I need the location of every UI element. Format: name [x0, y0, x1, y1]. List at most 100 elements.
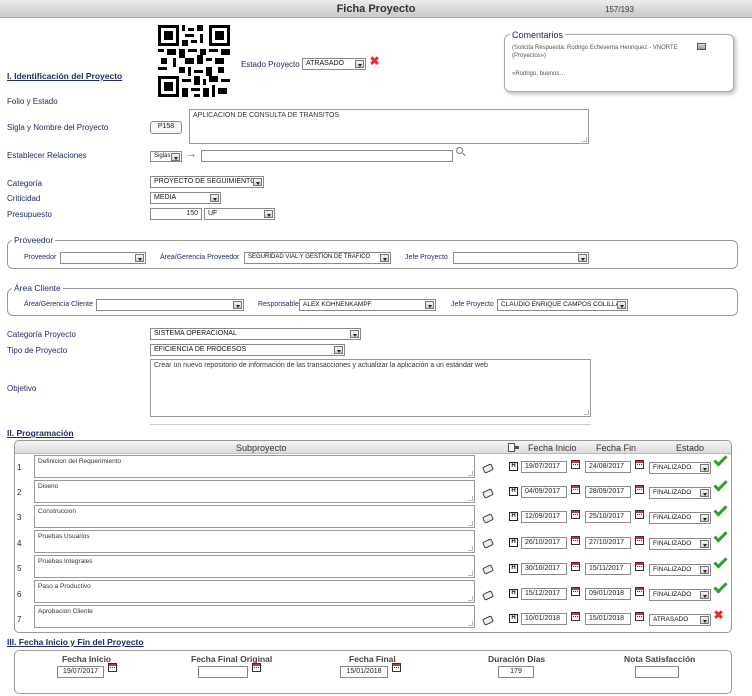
subproyecto-textarea[interactable]: Diseno	[34, 480, 475, 503]
fecha-inicio-input[interactable]: 12/09/2017	[521, 511, 567, 523]
calendar-icon[interactable]	[571, 562, 580, 571]
categoria-proyecto-label: Categoría Proyecto	[7, 330, 76, 339]
categoria-value: PROYECTO DE SEGUIMIENTO	[154, 178, 256, 185]
hito-toggle-button[interactable]: H	[509, 589, 518, 598]
comentario-line-1[interactable]: (Solicita Respuesta: Rodrigo Echeverria …	[512, 45, 678, 51]
estado-select[interactable]: FINALIZADO	[649, 487, 711, 499]
fecha-fin-input[interactable]: 25/10/2017	[585, 511, 631, 523]
chevron-down-icon	[617, 301, 626, 309]
area-proveedor-select[interactable]: SEGURIDAD VIAL Y GESTION DE TRAFICO	[244, 252, 391, 264]
resize-grip-icon[interactable]	[468, 621, 473, 626]
subproyecto-textarea[interactable]: Pruebas Usuarios	[34, 530, 475, 553]
estado-select[interactable]: FINALIZADO	[649, 462, 711, 474]
resize-grip-icon[interactable]	[468, 596, 473, 601]
fecha-inicio-total-input[interactable]: 19/07/2017	[57, 666, 104, 678]
hito-toggle-button[interactable]: H	[509, 462, 518, 471]
fecha-fin-input[interactable]: 28/09/2017	[585, 486, 631, 498]
resize-grip-icon[interactable]	[582, 137, 587, 142]
fecha-fin-input[interactable]: 15/01/2018	[585, 613, 631, 625]
presupuesto-input[interactable]: 150	[150, 208, 202, 220]
calendar-icon[interactable]	[108, 663, 117, 672]
subproyecto-textarea[interactable]: Paso a Productivo	[34, 580, 475, 603]
hito-toggle-button[interactable]: H	[509, 564, 518, 573]
calendar-icon[interactable]	[571, 587, 580, 596]
relaciones-search-input[interactable]	[201, 150, 453, 162]
jefe-cliente-select[interactable]: CLAUDIO ENRIQUE CAMPOS COLILLAN	[497, 299, 628, 311]
delayed-x-icon: ✖	[713, 608, 724, 622]
chevron-down-icon	[700, 540, 709, 548]
estado-proyecto-select[interactable]: ATRASADO	[302, 58, 366, 70]
proveedor-select[interactable]	[60, 252, 146, 264]
subproyecto-textarea[interactable]: Pruebas Integrales	[34, 555, 475, 578]
calendar-icon[interactable]	[571, 510, 580, 519]
nombre-proyecto-textarea[interactable]: APLICACION DE CONSULTA DE TRANSITOS	[189, 109, 589, 144]
calendar-icon[interactable]	[635, 510, 644, 519]
jefe-proveedor-select[interactable]	[453, 252, 589, 264]
objetivo-textarea[interactable]: Crear un nuevo repositorio de informació…	[150, 359, 591, 417]
calendar-icon[interactable]	[571, 536, 580, 545]
relaciones-type-select[interactable]: Siglas	[150, 151, 182, 162]
comentario-line-3[interactable]: «Rodrigo, buenos…	[512, 71, 565, 77]
fecha-fin-input[interactable]: 09/01/2018	[585, 588, 631, 600]
resize-grip-icon[interactable]	[468, 571, 473, 576]
calendar-icon[interactable]	[635, 460, 644, 469]
fecha-fin-input[interactable]: 24/08/2017	[585, 461, 631, 473]
resize-grip-icon[interactable]	[468, 546, 473, 551]
fecha-inicio-input[interactable]: 04/09/2017	[521, 486, 567, 498]
hito-toggle-button[interactable]: H	[509, 487, 518, 496]
hito-toggle-button[interactable]: H	[509, 538, 518, 547]
categoria-select[interactable]: PROYECTO DE SEGUIMIENTO	[150, 176, 264, 188]
resize-grip-icon[interactable]	[584, 410, 589, 415]
subproyecto-textarea[interactable]: Construccion	[34, 505, 475, 528]
subproyecto-textarea[interactable]: Definicion del Requerimiento	[34, 455, 475, 478]
search-icon[interactable]	[456, 147, 466, 157]
area-cliente-legend: Área Cliente	[12, 283, 63, 293]
fecha-inicio-input[interactable]: 15/12/2017	[521, 588, 567, 600]
objetivo-value: Crear un nuevo repositorio de informació…	[154, 362, 488, 369]
subproyecto-textarea[interactable]: Aprobacion Cliente	[34, 605, 475, 628]
calendar-icon[interactable]	[252, 663, 261, 672]
presupuesto-unit-select[interactable]: UF	[204, 208, 275, 220]
categoria-proyecto-select[interactable]: SISTEMA OPERACIONAL	[150, 328, 361, 340]
calendar-icon[interactable]	[635, 536, 644, 545]
calendar-icon[interactable]	[635, 612, 644, 621]
fecha-fin-input[interactable]: 15/11/2017	[585, 563, 631, 575]
fecha-fin-input[interactable]: 27/10/2017	[585, 537, 631, 549]
estado-select[interactable]: ATRASADO	[649, 614, 711, 626]
calendar-icon[interactable]	[635, 587, 644, 596]
calendar-icon[interactable]	[571, 485, 580, 494]
calendar-icon[interactable]	[571, 612, 580, 621]
estado-select[interactable]: FINALIZADO	[649, 564, 711, 576]
criticidad-select[interactable]: MEDIA	[150, 192, 221, 204]
fecha-inicio-value: 19/07/2017	[525, 463, 561, 470]
fecha-inicio-input[interactable]: 10/01/2018	[521, 613, 567, 625]
responsable-select[interactable]: ALEX KOHNENKAMPF	[299, 299, 436, 311]
nota-satisfaccion-input[interactable]	[635, 666, 679, 678]
resize-grip-icon[interactable]	[468, 521, 473, 526]
calendar-icon[interactable]	[392, 663, 401, 672]
comment-edit-icon[interactable]	[697, 43, 706, 50]
resize-grip-icon[interactable]	[468, 496, 473, 501]
calendar-icon[interactable]	[571, 460, 580, 469]
estado-select[interactable]: FINALIZADO	[649, 589, 711, 601]
qr-code-image	[158, 25, 230, 97]
resize-grip-icon[interactable]	[468, 471, 473, 476]
area-cliente-select[interactable]	[96, 299, 244, 311]
fecha-inicio-input[interactable]: 26/10/2017	[521, 537, 567, 549]
fecha-inicio-input[interactable]: 30/10/2017	[521, 563, 567, 575]
delete-estado-icon[interactable]: ✖	[369, 55, 380, 67]
fecha-inicio-input[interactable]: 19/07/2017	[521, 461, 567, 473]
calendar-icon[interactable]	[635, 562, 644, 571]
fecha-final-original-input[interactable]	[198, 666, 248, 678]
export-icon[interactable]	[508, 443, 519, 452]
calendar-icon[interactable]	[635, 485, 644, 494]
subproyecto-name: Construccion	[38, 508, 76, 515]
tipo-proyecto-select[interactable]: EFICIENCIA DE PROCESOS	[150, 344, 345, 356]
page-title: Ficha Proyecto	[336, 3, 416, 15]
hito-toggle-button[interactable]: H	[509, 512, 518, 521]
hito-toggle-button[interactable]: H	[509, 614, 518, 623]
estado-select[interactable]: FINALIZADO	[649, 512, 711, 524]
fecha-fin-value: 15/01/2018	[589, 615, 625, 622]
estado-select[interactable]: FINALIZADO	[649, 538, 711, 550]
fecha-final-input[interactable]: 15/01/2018	[340, 666, 388, 678]
